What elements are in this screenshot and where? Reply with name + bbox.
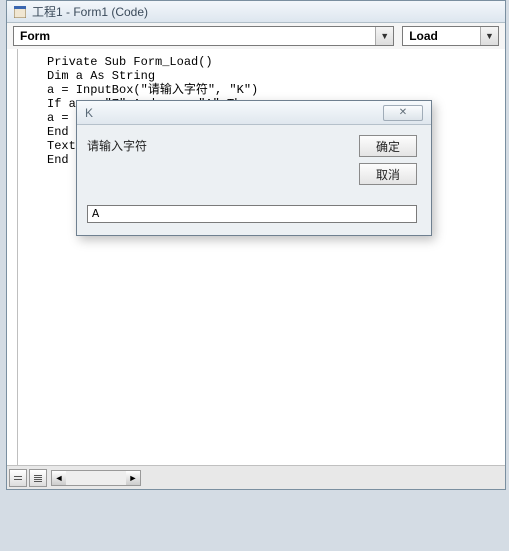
titlebar[interactable]: 工程1 - Form1 (Code) bbox=[7, 1, 505, 23]
bottom-strip: ◄ ► bbox=[7, 465, 505, 489]
procedure-view-button[interactable] bbox=[9, 469, 27, 487]
code-window: 工程1 - Form1 (Code) Form ▼ Load ▼ Private… bbox=[6, 0, 506, 490]
inputbox-title: K bbox=[85, 106, 93, 120]
inputbox-titlebar[interactable]: K ✕ bbox=[77, 101, 431, 125]
inputbox-input[interactable] bbox=[87, 205, 417, 223]
inputbox-dialog: K ✕ 请输入字符 确定 取消 bbox=[76, 100, 432, 236]
horizontal-scrollbar[interactable]: ◄ ► bbox=[51, 470, 141, 486]
window-title: 工程1 - Form1 (Code) bbox=[32, 3, 148, 20]
procedure-combo-value: Load bbox=[403, 29, 480, 43]
form-icon bbox=[13, 5, 27, 19]
chevron-down-icon[interactable]: ▼ bbox=[480, 27, 498, 45]
inputbox-prompt: 请输入字符 bbox=[87, 137, 147, 154]
procedure-combo[interactable]: Load ▼ bbox=[402, 26, 499, 46]
chevron-down-icon[interactable]: ▼ bbox=[375, 27, 393, 45]
close-button[interactable]: ✕ bbox=[383, 105, 423, 121]
scroll-left-icon[interactable]: ◄ bbox=[52, 471, 66, 485]
margin-indicator bbox=[17, 49, 18, 465]
full-module-view-button[interactable] bbox=[29, 469, 47, 487]
cancel-button[interactable]: 取消 bbox=[359, 163, 417, 185]
object-combo[interactable]: Form ▼ bbox=[13, 26, 394, 46]
inputbox-body: 请输入字符 确定 取消 bbox=[77, 125, 431, 235]
ok-button[interactable]: 确定 bbox=[359, 135, 417, 157]
close-icon: ✕ bbox=[399, 107, 407, 118]
object-proc-bar: Form ▼ Load ▼ bbox=[7, 23, 505, 50]
scroll-right-icon[interactable]: ► bbox=[126, 471, 140, 485]
object-combo-value: Form bbox=[14, 29, 375, 43]
